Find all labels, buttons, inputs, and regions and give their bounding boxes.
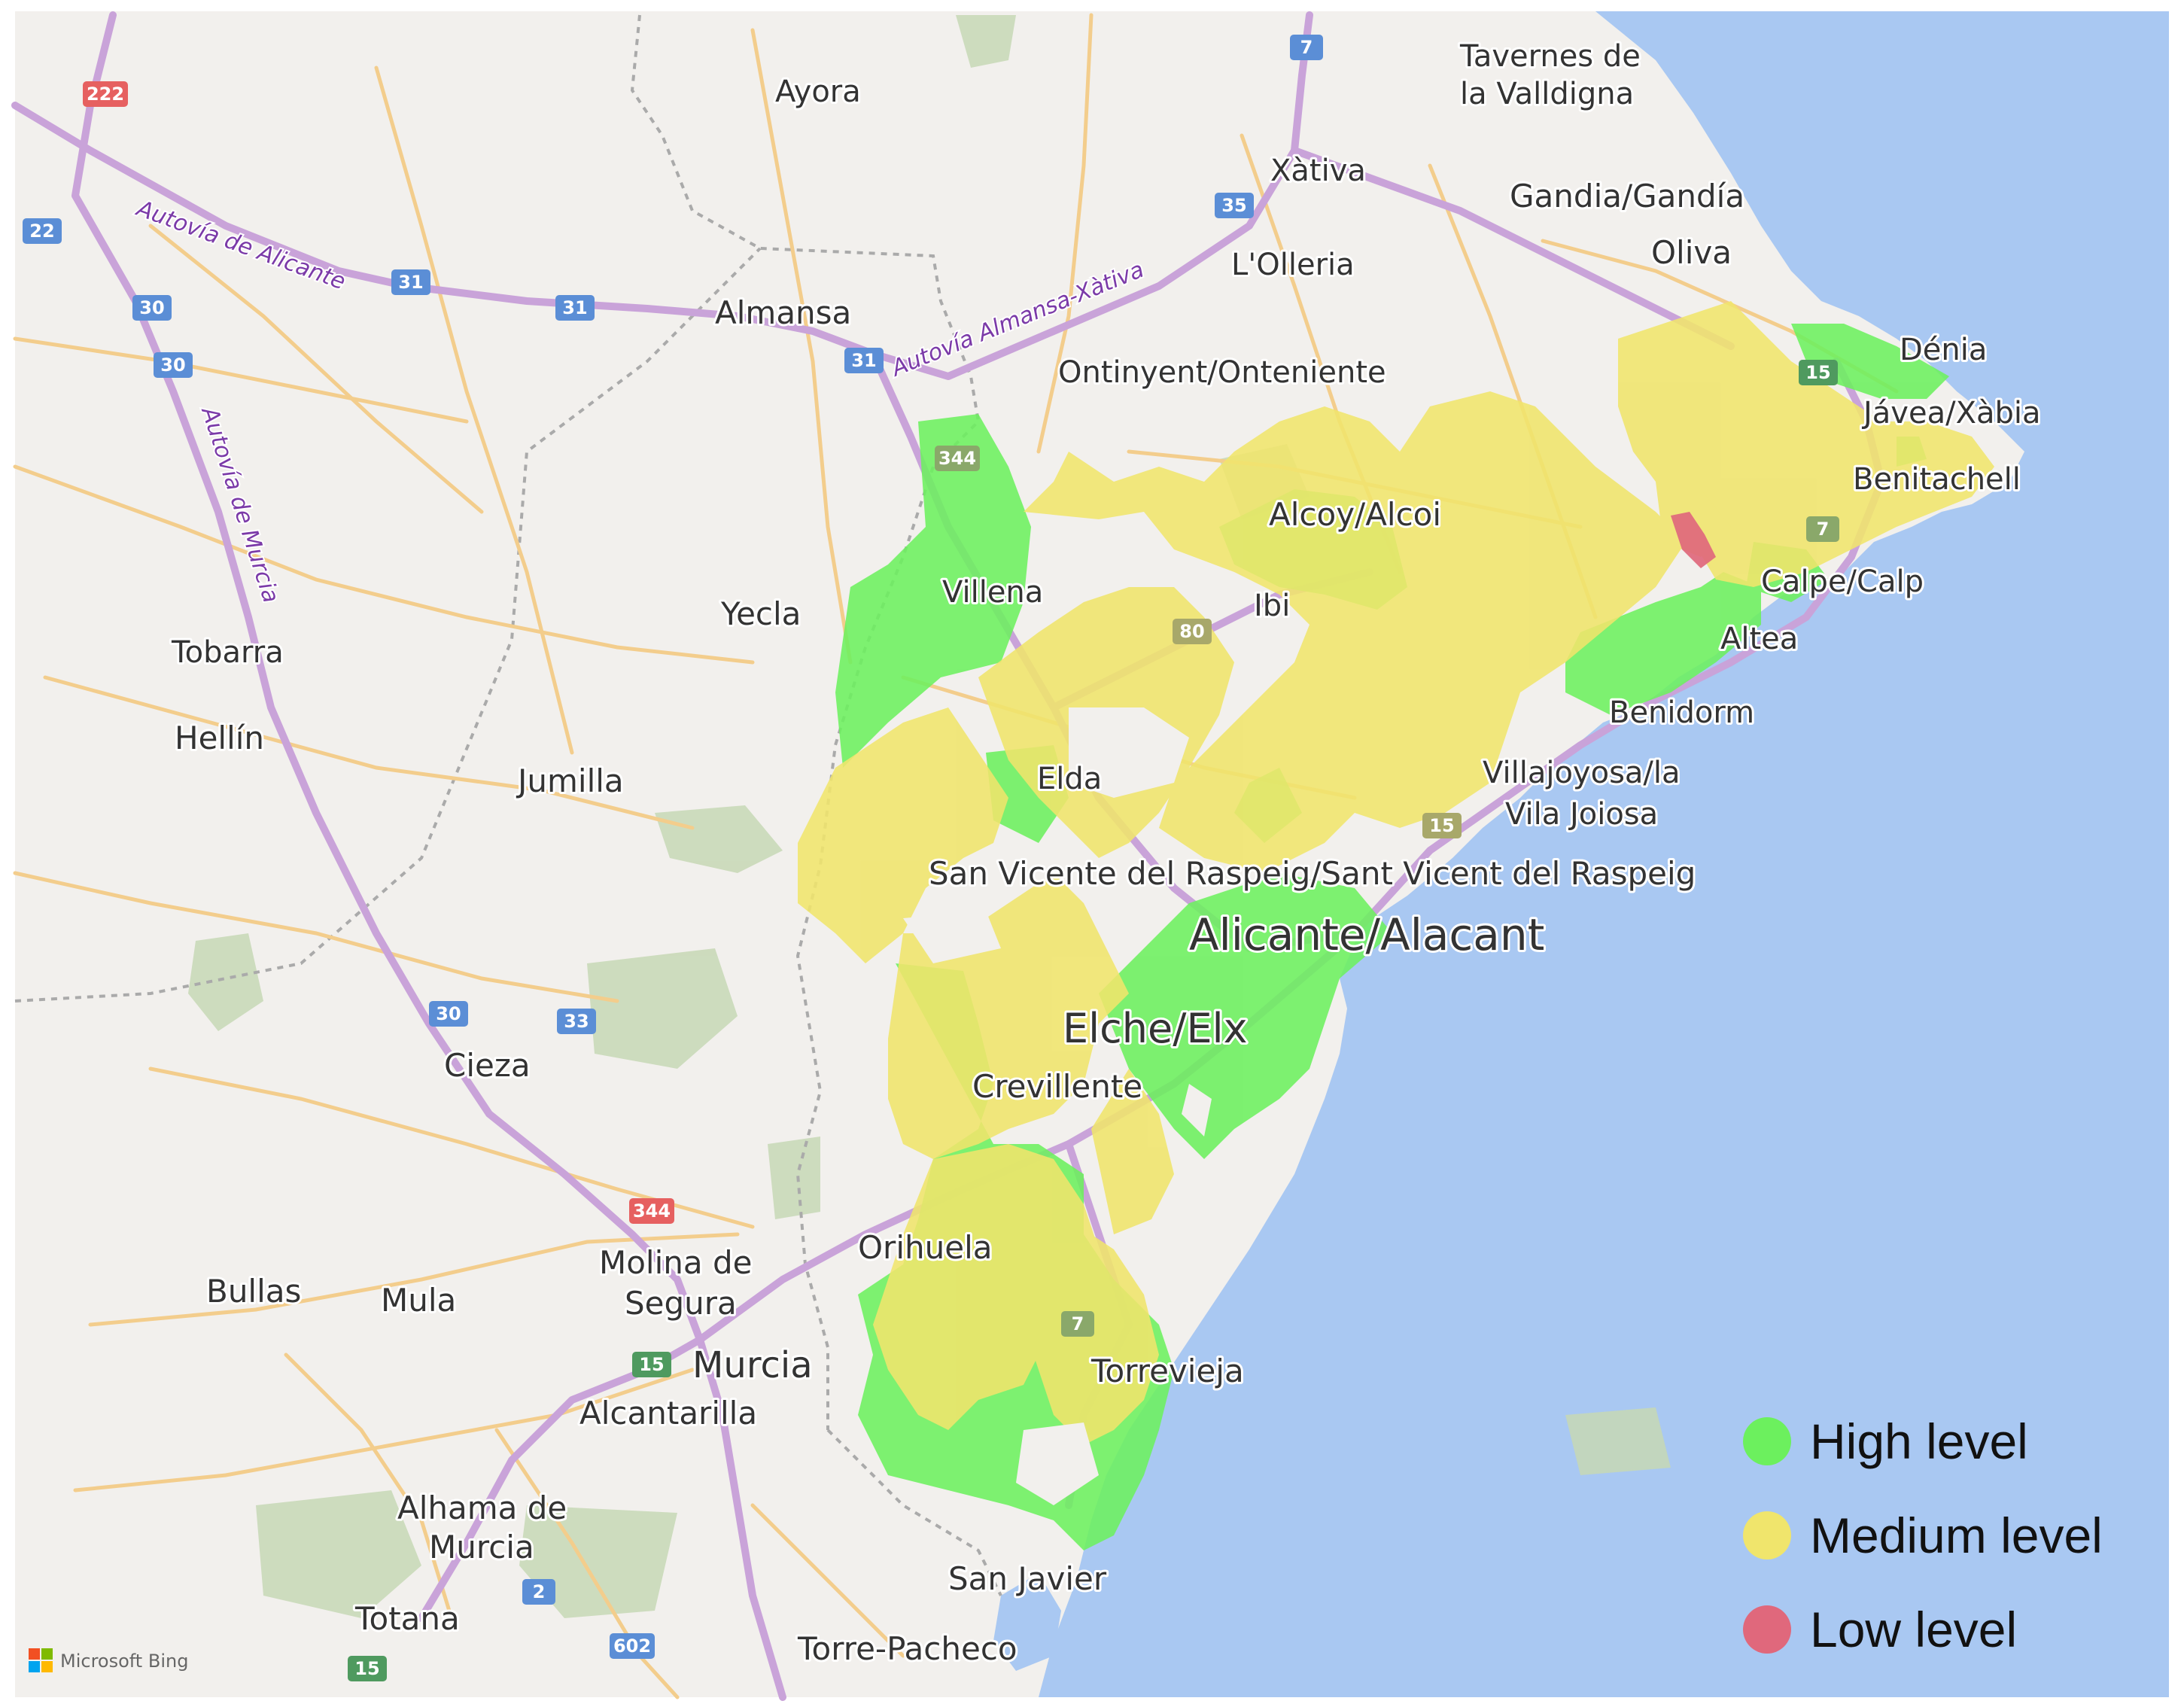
- place-bullas: Bullas: [206, 1273, 301, 1310]
- place-benidorm: Benidorm: [1609, 695, 1754, 730]
- svg-text:Low level: Low level: [1810, 1602, 2017, 1657]
- place-almansa: Almansa: [715, 294, 851, 331]
- place-villena: Villena: [942, 575, 1043, 610]
- place-tobarra: Tobarra: [171, 635, 284, 670]
- map-canvas[interactable]: 222 22 31 31 30 30 31 7 35 344 80 15 7 1…: [0, 0, 2184, 1707]
- place-cieza: Cieza: [444, 1047, 531, 1084]
- place-ibi: Ibi: [1254, 589, 1290, 623]
- place-lolleria: L'Olleria: [1231, 248, 1355, 282]
- place-yecla: Yecla: [720, 595, 801, 632]
- shield-80: 80: [1173, 619, 1212, 644]
- svg-text:7: 7: [1072, 1313, 1084, 1334]
- place-benitachell: Benitachell: [1853, 462, 2021, 497]
- legend-swatch-medium: [1743, 1511, 1791, 1559]
- place-ontinyent: Ontinyent/Onteniente: [1058, 355, 1386, 390]
- svg-text:30: 30: [160, 354, 185, 376]
- svg-text:Microsoft Bing: Microsoft Bing: [60, 1651, 188, 1672]
- shield-602: 602: [610, 1633, 655, 1659]
- svg-text:344: 344: [938, 448, 976, 469]
- shield-7-c: 7: [1061, 1311, 1094, 1337]
- place-crevillente: Crevillente: [972, 1068, 1142, 1105]
- shield-222: 222: [83, 81, 128, 107]
- place-calpe: Calpe/Calp: [1761, 564, 1924, 599]
- svg-text:15: 15: [354, 1658, 379, 1679]
- shield-31-b: 31: [555, 295, 595, 321]
- svg-text:15: 15: [1429, 815, 1454, 836]
- svg-text:222: 222: [87, 84, 124, 105]
- svg-text:31: 31: [562, 297, 587, 318]
- svg-text:602: 602: [613, 1635, 651, 1657]
- place-jumilla: Jumilla: [516, 762, 624, 799]
- legend-swatch-low: [1743, 1605, 1791, 1654]
- place-mula: Mula: [381, 1282, 456, 1319]
- svg-text:7: 7: [1300, 37, 1313, 58]
- place-elche: Elche/Elx: [1063, 1005, 1248, 1052]
- legend-swatch-high: [1743, 1417, 1791, 1465]
- place-ayora: Ayora: [775, 75, 861, 109]
- place-orihuela: Orihuela: [858, 1229, 992, 1266]
- shield-22: 22: [23, 218, 62, 244]
- shield-7-b: 7: [1806, 516, 1839, 542]
- shield-344-b: 344: [629, 1198, 674, 1224]
- svg-text:22: 22: [29, 221, 54, 242]
- svg-text:30: 30: [139, 297, 164, 318]
- svg-text:31: 31: [851, 350, 876, 371]
- shield-15-b: 15: [1422, 813, 1462, 838]
- shield-31-a: 31: [391, 269, 430, 295]
- shield-2: 2: [522, 1579, 555, 1605]
- place-torrepacheco: Torre-Pacheco: [797, 1630, 1017, 1667]
- shield-35: 35: [1215, 193, 1254, 218]
- place-alcoy: Alcoy/Alcoi: [1269, 496, 1441, 533]
- shield-15-c: 15: [632, 1352, 671, 1377]
- place-xativa: Xàtiva: [1270, 154, 1366, 188]
- place-totana: Totana: [354, 1600, 460, 1637]
- svg-text:31: 31: [398, 272, 423, 293]
- place-javea: Jávea/Xàbia: [1861, 396, 2041, 431]
- place-alcantarilla: Alcantarilla: [579, 1395, 757, 1432]
- place-elda: Elda: [1037, 762, 1102, 796]
- place-gandia: Gandia/Gandía: [1510, 178, 1744, 215]
- place-torrevieja: Torrevieja: [1090, 1353, 1244, 1389]
- svg-text:2: 2: [533, 1581, 546, 1602]
- shield-344-a: 344: [935, 446, 980, 471]
- shield-33: 33: [557, 1009, 596, 1034]
- svg-text:33: 33: [564, 1011, 589, 1032]
- place-hellin: Hellín: [175, 720, 264, 756]
- svg-text:High level: High level: [1810, 1413, 2028, 1469]
- place-altea: Altea: [1720, 622, 1798, 656]
- place-sanvicente: San Vicente del Raspeig/Sant Vicent del …: [929, 855, 1696, 892]
- svg-text:Medium level: Medium level: [1810, 1508, 2103, 1563]
- shield-30-c: 30: [429, 1001, 468, 1027]
- place-alicante: Alicante/Alacant: [1189, 909, 1544, 960]
- place-denia: Dénia: [1900, 333, 1987, 367]
- place-oliva: Oliva: [1651, 234, 1732, 271]
- shield-30-b: 30: [154, 352, 193, 378]
- shield-31-c: 31: [844, 348, 884, 373]
- shield-30-a: 30: [132, 295, 172, 321]
- svg-text:15: 15: [639, 1354, 664, 1375]
- svg-text:344: 344: [633, 1200, 671, 1222]
- shield-15-a: 15: [1799, 360, 1838, 385]
- place-murcia: Murcia: [692, 1344, 813, 1386]
- shield-7-a: 7: [1290, 35, 1323, 60]
- svg-text:15: 15: [1805, 362, 1830, 383]
- svg-text:80: 80: [1179, 621, 1204, 642]
- shield-15-d: 15: [348, 1656, 387, 1681]
- svg-text:35: 35: [1221, 195, 1246, 216]
- place-sanjavier: San Javier: [948, 1560, 1107, 1597]
- svg-text:7: 7: [1817, 519, 1830, 540]
- svg-text:30: 30: [436, 1003, 461, 1024]
